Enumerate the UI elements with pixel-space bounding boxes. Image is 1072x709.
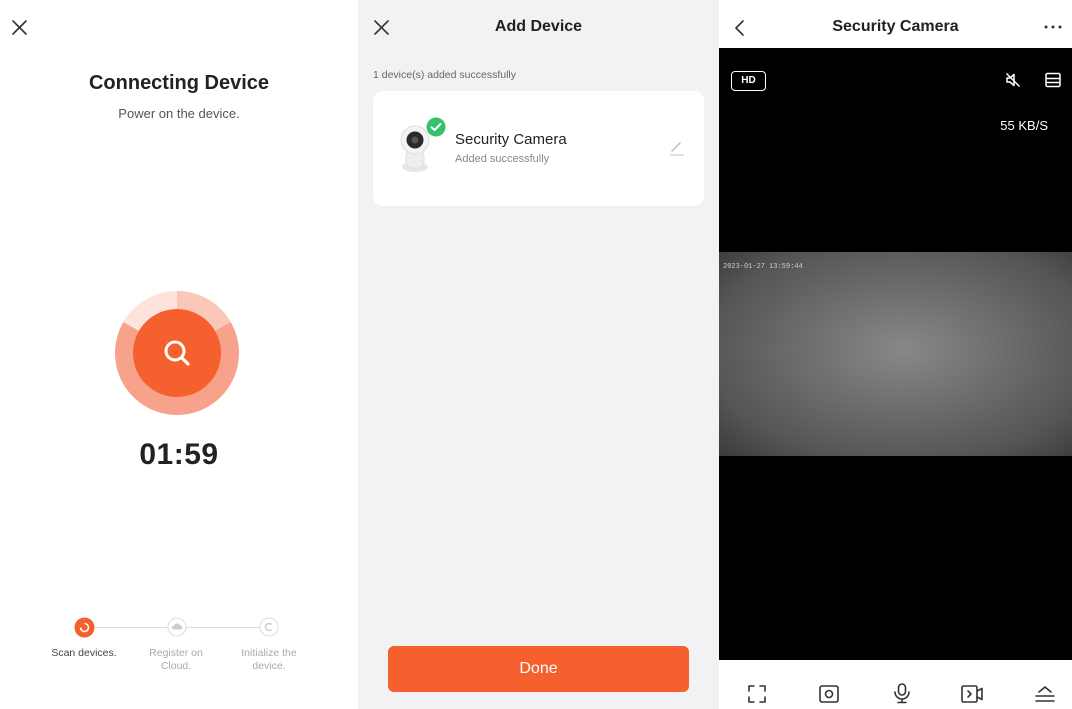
fullscreen-icon[interactable]: [747, 684, 767, 704]
step-label-scan: Scan devices.: [51, 647, 117, 659]
microphone-icon[interactable]: [891, 682, 913, 704]
edit-icon[interactable]: [667, 138, 687, 158]
close-icon[interactable]: [10, 18, 30, 38]
hd-quality-toggle[interactable]: HD: [731, 71, 766, 91]
expand-menu-icon[interactable]: [1034, 684, 1056, 704]
page-title: Security Camera: [832, 18, 959, 35]
device-name: Security Camera: [455, 131, 567, 148]
connecting-device-screen: Connecting Device Power on the device. 0…: [0, 0, 358, 709]
camera-feed-image: [719, 252, 1072, 456]
add-device-screen: Add Device 1 device(s) added successfull…: [358, 0, 719, 709]
instruction-text: Power on the device.: [118, 106, 240, 121]
step-initialize-icon: [259, 617, 279, 637]
device-status: Added successfully: [455, 153, 550, 165]
step-connector: [95, 627, 170, 628]
step-connector: [185, 627, 260, 628]
page-title: Add Device: [494, 18, 583, 35]
more-options-icon[interactable]: [1043, 22, 1063, 32]
bitrate-readout: 55 KB/S: [1000, 118, 1048, 133]
screenshot-icon[interactable]: [818, 684, 840, 704]
step-cloud-icon: [167, 617, 187, 637]
done-button[interactable]: Done: [388, 646, 689, 692]
search-icon: [164, 340, 190, 366]
countdown-timer: 01:59: [139, 438, 219, 471]
layout-toggle-icon[interactable]: [1044, 71, 1062, 89]
step-scan-icon: [74, 617, 95, 638]
page-title: Connecting Device: [88, 72, 270, 94]
check-badge-icon: [426, 117, 446, 137]
success-message: 1 device(s) added successfully: [373, 69, 516, 81]
step-label-register: Register on Cloud.: [149, 647, 203, 672]
video-timestamp: 2023-01-27 13:59:44: [723, 263, 803, 271]
step-label-initialize: Initialize the device.: [241, 647, 297, 672]
record-video-icon[interactable]: [960, 684, 984, 704]
mute-icon[interactable]: [1004, 71, 1022, 89]
camera-live-screen: Security Camera HD 55 KB/S 2023-01-27 13…: [719, 0, 1072, 709]
